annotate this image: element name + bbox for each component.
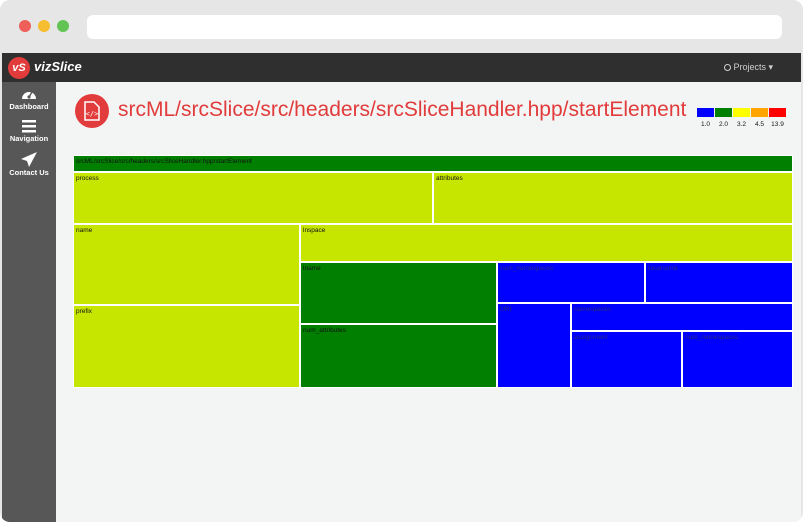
sidebar-item-label: Navigation [9,134,49,143]
treemap-cell-lnspace[interactable]: lnspace [300,224,793,262]
legend-label: 2.0 [718,121,729,128]
treemap-cell-label: lname [303,265,321,272]
legend-label: 13.9 [771,121,784,128]
app-logo[interactable]: vS [8,57,30,79]
treemap-cell-uri[interactable]: URI [497,303,571,388]
treemap-cell-namespaces[interactable]: namespaces [571,303,793,331]
legend-swatch [769,108,786,117]
treemap-cell-label: assignment [574,334,608,341]
treemap-cell-label: namespaces [574,306,611,313]
send-icon [21,152,37,167]
menu-icon [22,120,36,133]
treemap-cell-label: lnspace [303,227,326,234]
treemap: srcML/srcSlice/src/headers/srcSliceHandl… [73,155,793,388]
treemap-cell-process[interactable]: process [73,172,433,224]
treemap-cell-label: prefix [76,308,92,315]
treemap-cell-name[interactable]: name [73,224,300,305]
address-bar[interactable] [87,15,782,39]
app-navbar: vS vizSlice Projects ▾ [2,53,801,82]
treemap-cell-prefix[interactable]: prefix [73,305,300,388]
legend-label: 4.5 [754,121,765,128]
sidebar-item-contact-us[interactable]: Contact Us [2,152,56,177]
treemap-cell-label: localname [648,265,678,272]
sidebar-item-dashboard[interactable]: Dashboard [2,87,56,111]
treemap-cell-localname[interactable]: localname [645,262,793,303]
legend-swatch [733,108,750,117]
github-icon [724,64,732,71]
treemap-cell-label: name [76,227,93,234]
legend-swatch [697,108,714,117]
treemap-cell-label: srcML/srcSlice/src/headers/srcSliceHandl… [76,158,252,165]
treemap-cell-num-namespaces[interactable]: num_namespaces [497,262,645,303]
maximize-window-button[interactable] [57,20,69,32]
treemap-cell-label: URI [500,306,512,313]
close-window-button[interactable] [19,20,31,32]
treemap-cell-label: attributes [436,175,463,182]
sidebar-item-label: Dashboard [9,102,49,111]
page-title: srcML/srcSlice/src/headers/srcSliceHandl… [118,98,687,121]
projects-dropdown[interactable]: Projects ▾ [724,62,773,73]
sidebar: Dashboard Navigation Contact Us [2,82,56,522]
dashboard-icon [22,91,36,99]
treemap-cell-num-attributes[interactable]: num_attributes [300,324,497,388]
sidebar-item-label: Contact Us [9,168,49,177]
color-legend: 1.0 2.0 3.2 4.5 13.9 [697,108,787,132]
legend-label: 3.2 [736,121,747,128]
legend-swatch [751,108,768,117]
treemap-cell-attributes[interactable]: attributes [433,172,793,224]
treemap-cell-label: process [76,175,99,182]
treemap-root-header[interactable]: srcML/srcSlice/src/headers/srcSliceHandl… [73,155,793,172]
treemap-cell-assignment[interactable]: assignment [571,331,682,388]
code-file-icon: </> [75,94,109,128]
treemap-cell-lname[interactable]: lname [300,262,497,324]
minimize-window-button[interactable] [38,20,50,32]
projects-label: Projects [733,62,766,72]
treemap-cell-label: num_namespaces [685,334,739,341]
treemap-cell-num-namespaces-2[interactable]: num_namespaces [682,331,793,388]
treemap-cell-label: num_namespaces [500,265,554,272]
legend-swatch [715,108,732,117]
caret-down-icon: ▾ [768,62,773,72]
svg-text:</>: </> [86,110,99,118]
legend-label: 1.0 [700,121,711,128]
browser-titlebar [0,0,803,53]
app-brand[interactable]: vizSlice [34,59,82,74]
sidebar-item-navigation[interactable]: Navigation [2,120,56,143]
browser-window: vS vizSlice Projects ▾ Dashboard Navigat… [0,0,803,522]
treemap-cell-label: num_attributes [303,327,346,334]
